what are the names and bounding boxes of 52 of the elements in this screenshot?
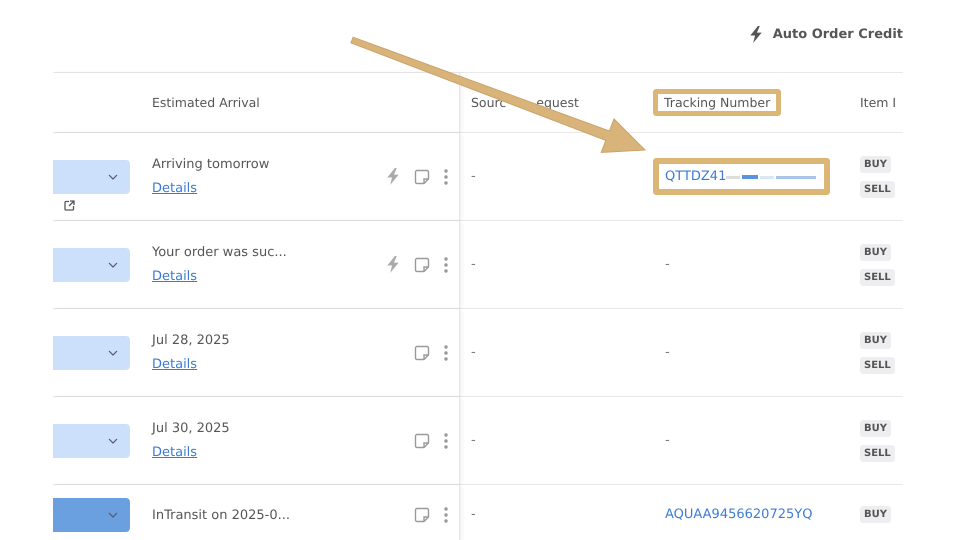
tracking-number-cell: - xyxy=(665,257,670,272)
tracking-number-cell: - xyxy=(665,433,670,448)
note-icon[interactable] xyxy=(414,344,430,360)
buy-tag: BUY xyxy=(860,506,891,523)
more-options-icon[interactable] xyxy=(444,506,448,522)
note-icon[interactable] xyxy=(414,168,430,184)
chevron-down-icon xyxy=(108,512,118,518)
buy-tag: BUY xyxy=(860,420,891,436)
note-icon[interactable] xyxy=(414,256,430,272)
sell-tag: SELL xyxy=(860,180,895,198)
more-options-icon[interactable] xyxy=(444,344,448,360)
lightning-icon[interactable] xyxy=(386,256,400,273)
tracking-number-link[interactable]: QTTDZ41 xyxy=(653,158,830,195)
buy-tag: BUY xyxy=(860,244,891,260)
sourcing-request-cell: - xyxy=(471,257,476,272)
note-icon[interactable] xyxy=(414,506,430,522)
lightning-icon xyxy=(748,26,763,42)
arrival-text: Jul 30, 2025 xyxy=(152,421,231,436)
arrival-text: Arriving tomorrow xyxy=(152,157,270,172)
details-link[interactable]: Details xyxy=(152,445,198,460)
note-icon[interactable] xyxy=(414,432,430,448)
arrival-text: Jul 28, 2025 xyxy=(152,333,231,348)
column-header: Estimated Arrival xyxy=(152,95,260,110)
sourcing-request-cell: - xyxy=(471,345,476,360)
chevron-down-icon xyxy=(108,438,118,444)
buy-tag: BUY xyxy=(860,156,891,172)
sourcing-request-cell: - xyxy=(471,169,476,184)
auto-order-credits-label: Auto Order Credit xyxy=(772,26,903,42)
sell-tag: SELL xyxy=(860,356,895,374)
more-options-icon[interactable] xyxy=(444,168,448,184)
chevron-down-icon xyxy=(108,262,118,268)
column-header: Item I xyxy=(860,95,896,110)
details-link[interactable]: Details xyxy=(152,269,198,284)
external-link-icon[interactable] xyxy=(64,200,75,210)
arrival-text: InTransit on 2025-0... xyxy=(152,508,292,523)
chevron-down-icon xyxy=(108,350,118,356)
tracking-number-link[interactable]: AQUAA9456620725YQ xyxy=(665,507,812,522)
column-header: Sourc xyxy=(471,95,506,110)
buy-tag: BUY xyxy=(860,332,891,348)
more-options-icon[interactable] xyxy=(444,432,448,448)
details-link[interactable]: Details xyxy=(152,357,198,372)
lightning-icon[interactable] xyxy=(386,168,400,185)
tracking-number-cell: - xyxy=(665,345,670,360)
sell-tag: SELL xyxy=(860,268,895,286)
sourcing-request-cell: - xyxy=(471,507,476,522)
sourcing-request-cell: - xyxy=(471,433,476,448)
chevron-down-icon xyxy=(108,174,118,180)
more-options-icon[interactable] xyxy=(444,256,448,272)
sell-tag: SELL xyxy=(860,444,895,462)
details-link[interactable]: Details xyxy=(152,181,198,196)
arrival-text: Your order was suc... xyxy=(152,245,288,260)
column-header: Tracking Number xyxy=(653,89,782,116)
